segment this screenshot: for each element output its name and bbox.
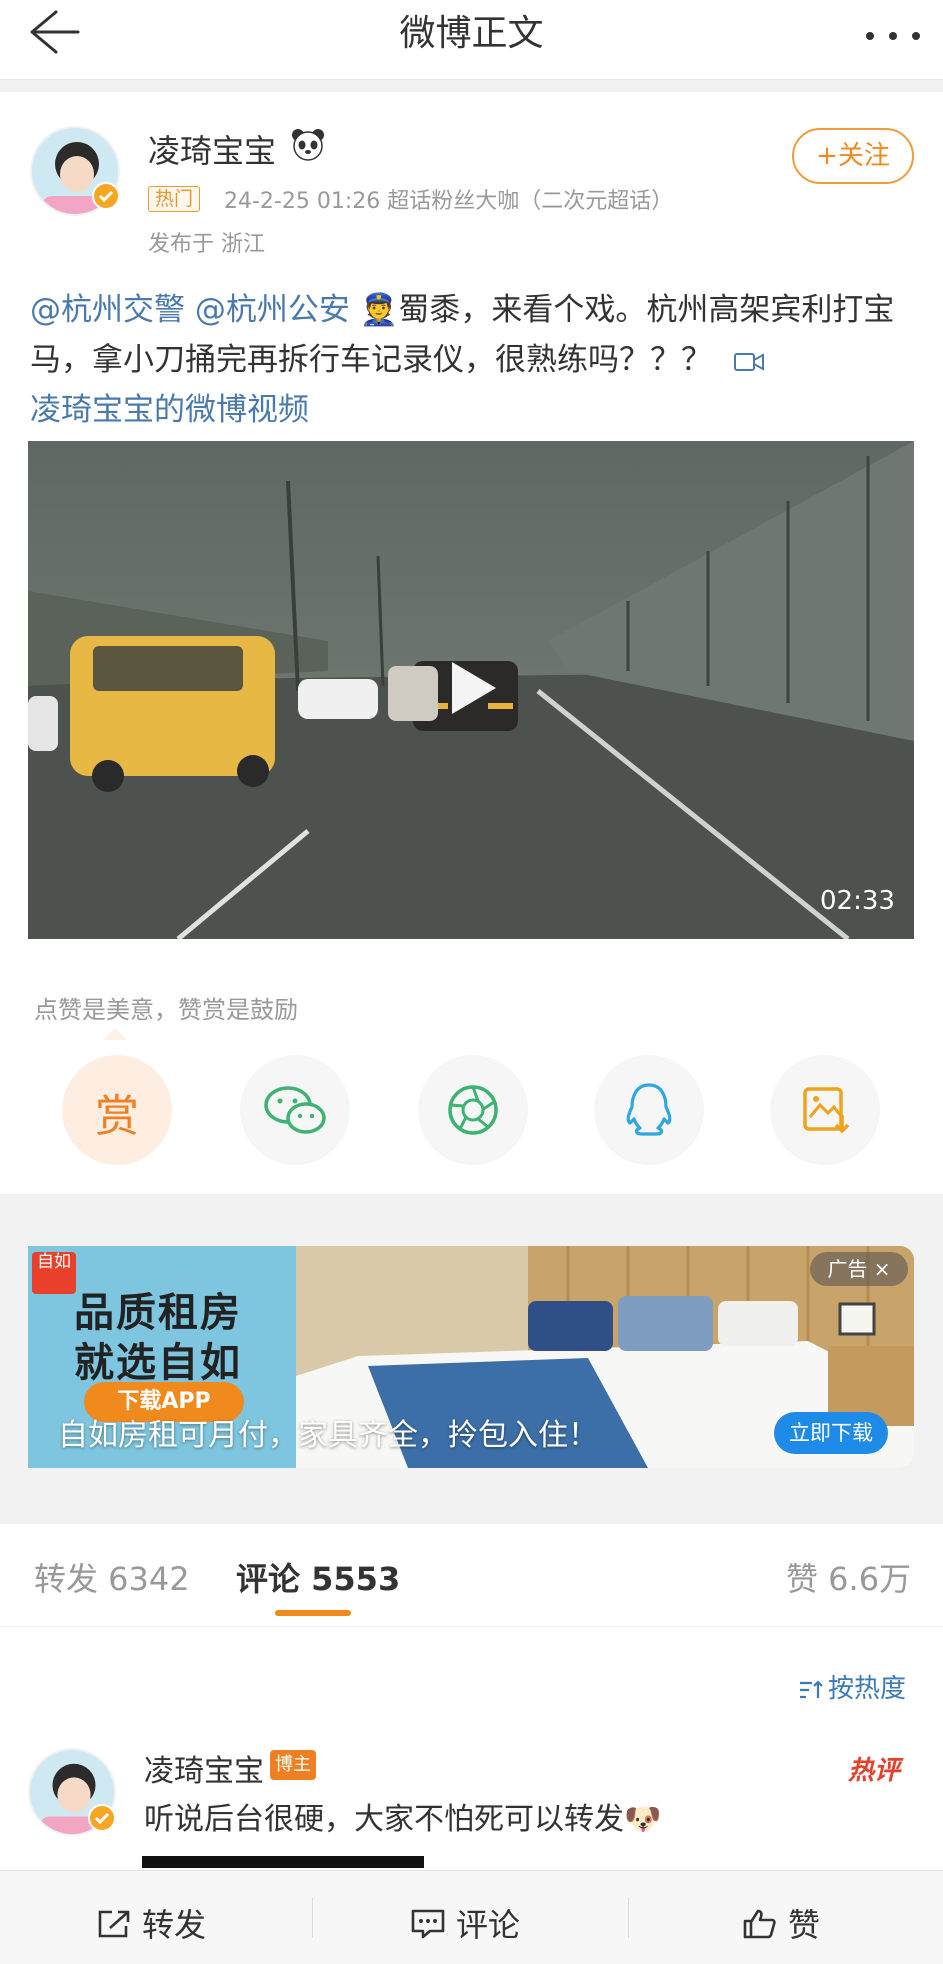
tab-comments[interactable]: 评论 5553 bbox=[236, 1554, 400, 1600]
share-icon bbox=[98, 1910, 130, 1938]
like-button[interactable]: 赞 bbox=[742, 1900, 820, 1946]
sort-label: 按热度 bbox=[828, 1674, 907, 1704]
forward-button[interactable]: 转发 bbox=[96, 1900, 206, 1946]
verified-badge-icon bbox=[92, 182, 120, 210]
reward-label: 赏 bbox=[95, 1091, 139, 1142]
divider bbox=[628, 1898, 629, 1938]
thumbs-up-icon bbox=[743, 1909, 776, 1939]
author-name[interactable]: 凌琦宝宝 bbox=[148, 126, 276, 172]
post-text: @杭州交警 @杭州公安 👮蜀黍，来看个戏。杭州高架宾利打宝马，拿小刀捅完再拆行车… bbox=[30, 285, 915, 435]
panda-icon bbox=[292, 129, 324, 161]
ziroom-logo: 自如 bbox=[32, 1252, 76, 1294]
sort-by-hotness-button[interactable]: 按热度 bbox=[798, 1668, 906, 1705]
comment-icon bbox=[411, 1909, 445, 1939]
qq-icon bbox=[626, 1083, 672, 1136]
reward-tip: 点赞是美意，赞赏是鼓励 bbox=[34, 996, 298, 1024]
active-tab-indicator bbox=[275, 1610, 351, 1616]
mention-link[interactable]: @杭州交警 bbox=[30, 292, 185, 328]
video-duration: 02:33 bbox=[820, 886, 895, 916]
sort-icon bbox=[800, 1679, 823, 1698]
share-wechat-button[interactable] bbox=[240, 1055, 350, 1165]
save-image-button[interactable] bbox=[770, 1055, 880, 1165]
hot-comment-tag: 热评 bbox=[848, 1756, 901, 1786]
video-camera-icon bbox=[733, 352, 764, 371]
follow-button[interactable]: +关注 bbox=[792, 128, 914, 184]
wechat-icon bbox=[264, 1086, 326, 1134]
ad-title-line2: 就选自如 bbox=[74, 1340, 242, 1386]
play-icon[interactable] bbox=[448, 660, 498, 716]
comment-label: 评论 bbox=[456, 1906, 521, 1944]
ad-download-button[interactable]: 立即下载 bbox=[774, 1412, 888, 1454]
comment-author[interactable]: 凌琦宝宝 bbox=[144, 1746, 264, 1790]
comment-button[interactable]: 评论 bbox=[410, 1900, 520, 1946]
like-label: 赞 bbox=[788, 1906, 821, 1944]
page-title: 微博正文 bbox=[399, 13, 544, 54]
poster-badge: 博主 bbox=[270, 1750, 316, 1780]
divider bbox=[312, 1898, 313, 1938]
video-link[interactable]: 凌琦宝宝的微博视频 bbox=[30, 392, 309, 428]
save-image-icon bbox=[803, 1087, 850, 1134]
tip-arrow bbox=[103, 1028, 127, 1040]
share-moments-button[interactable] bbox=[418, 1055, 528, 1165]
comment-text: 听说后台很硬，大家不怕死可以转发🐶 bbox=[144, 1802, 662, 1837]
more-icon[interactable] bbox=[862, 10, 924, 50]
redaction-bar bbox=[142, 1856, 424, 1868]
forward-label: 转发 bbox=[142, 1906, 207, 1944]
tab-likes[interactable]: 赞 6.6万 bbox=[786, 1554, 911, 1600]
tab-forwards[interactable]: 转发 6342 bbox=[34, 1554, 190, 1600]
moments-icon bbox=[448, 1085, 498, 1135]
verified-badge-icon bbox=[88, 1804, 116, 1832]
share-qq-button[interactable] bbox=[594, 1055, 704, 1165]
divider bbox=[0, 1626, 943, 1627]
hot-badge: 热门 bbox=[148, 186, 201, 212]
post-location: 发布于 浙江 bbox=[148, 232, 265, 257]
ad-close-tag[interactable]: 广告 × bbox=[810, 1252, 908, 1286]
mention-link[interactable]: @杭州公安 bbox=[195, 292, 350, 328]
ad-caption: 自如房租可月付，家具齐全，拎包入住！ bbox=[58, 1418, 598, 1453]
post-meta: 24-2-25 01:26 超话粉丝大咖（二次元超话） bbox=[224, 189, 674, 214]
